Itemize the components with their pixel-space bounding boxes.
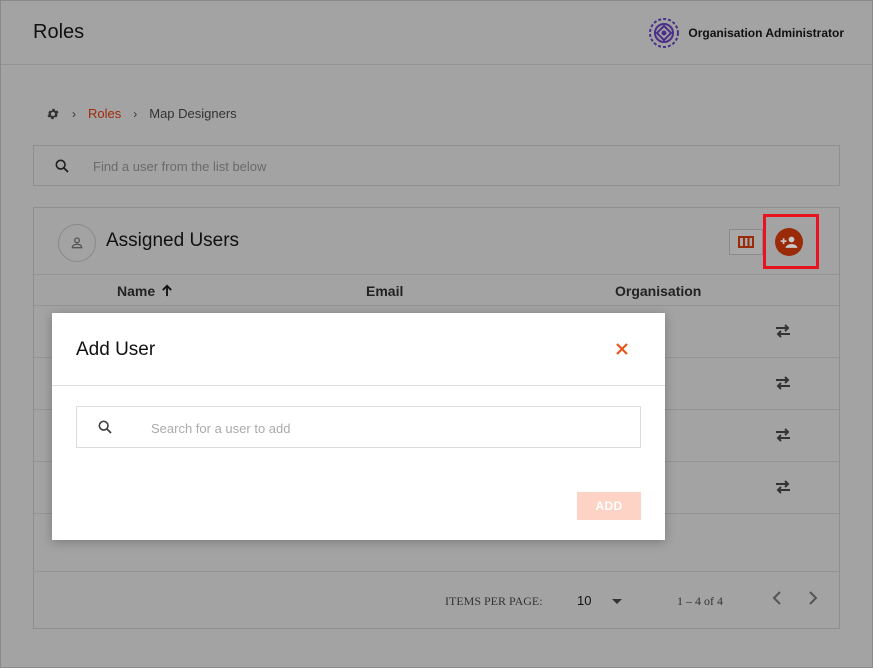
columns-icon xyxy=(738,236,754,248)
highlight-box xyxy=(763,214,819,269)
breadcrumb: › Roles › Map Designers xyxy=(46,106,237,121)
user-search-field[interactable] xyxy=(76,406,641,448)
top-bar: Roles Organisation Administrator xyxy=(1,1,872,65)
breadcrumb-current: Map Designers xyxy=(149,106,237,121)
caret-down-icon[interactable] xyxy=(612,599,622,604)
breadcrumb-roles-link[interactable]: Roles xyxy=(88,106,121,121)
dialog-title: Add User xyxy=(76,339,156,360)
column-header-name[interactable]: Name xyxy=(117,283,173,299)
column-toggle-button[interactable] xyxy=(729,229,763,255)
gear-icon[interactable] xyxy=(46,107,60,121)
close-button[interactable] xyxy=(612,339,632,359)
chevron-left-icon[interactable] xyxy=(771,590,783,606)
org-switcher[interactable]: Organisation Administrator xyxy=(648,17,844,49)
swap-icon[interactable] xyxy=(774,428,792,442)
person-icon xyxy=(71,237,83,249)
page-range: 1 – 4 of 4 xyxy=(677,594,723,608)
search-icon xyxy=(98,420,112,434)
column-header-email[interactable]: Email xyxy=(366,283,403,299)
card-title: Assigned Users xyxy=(106,230,240,251)
chevron-right-icon: › xyxy=(72,106,76,121)
close-icon xyxy=(616,343,628,355)
search-icon xyxy=(55,159,69,173)
items-per-page-label: ITEMS PER PAGE: xyxy=(445,594,543,608)
org-logo-icon xyxy=(649,18,680,48)
chevron-right-icon: › xyxy=(133,106,138,121)
table-header: Name Email Organisation xyxy=(34,274,839,306)
page-title: Roles xyxy=(33,21,85,43)
user-search-input[interactable] xyxy=(151,417,621,439)
swap-icon[interactable] xyxy=(774,376,792,390)
column-label: Name xyxy=(117,283,156,299)
user-avatar xyxy=(58,224,96,262)
paginator: ITEMS PER PAGE: 10 1 – 4 of 4 xyxy=(34,571,839,628)
swap-icon[interactable] xyxy=(774,324,792,338)
search-placeholder: Find a user from the list below xyxy=(93,159,267,174)
add-button[interactable]: ADD xyxy=(577,492,641,520)
column-header-organisation[interactable]: Organisation xyxy=(615,283,701,299)
arrow-up-icon xyxy=(162,284,172,297)
org-name: Organisation Administrator xyxy=(688,26,844,40)
items-per-page-select[interactable]: 10 xyxy=(577,593,591,608)
user-filter-search[interactable]: Find a user from the list below xyxy=(33,145,840,186)
dialog-divider xyxy=(52,385,665,386)
swap-icon[interactable] xyxy=(774,480,792,494)
chevron-right-icon[interactable] xyxy=(807,590,819,606)
add-user-dialog: Add User ADD xyxy=(52,313,665,540)
